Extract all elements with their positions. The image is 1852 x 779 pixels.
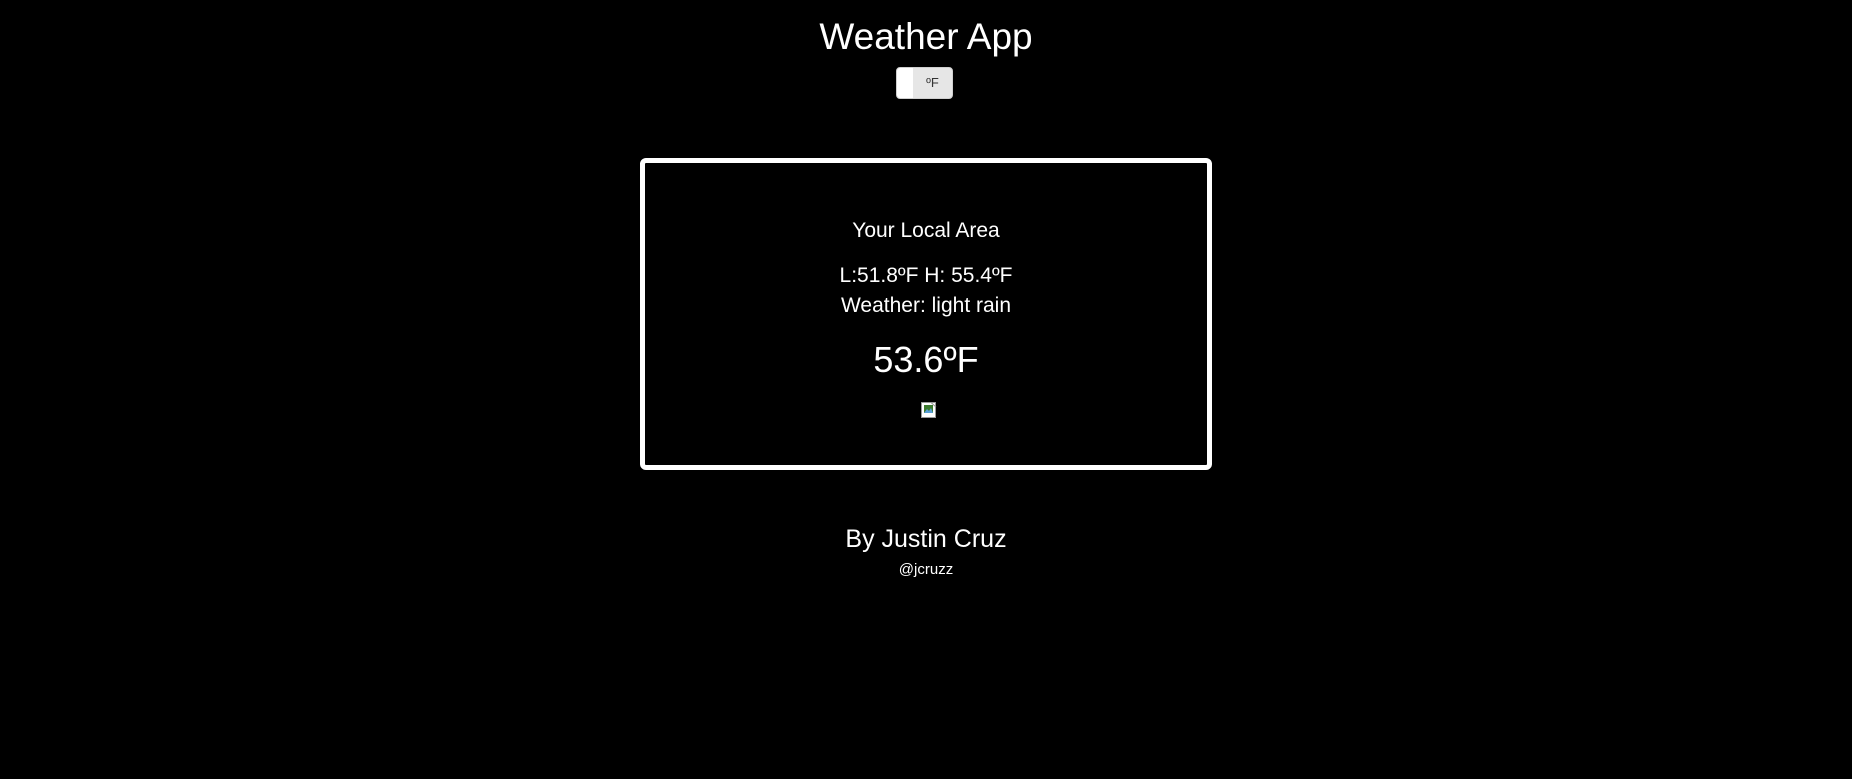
broken-image-icon xyxy=(921,402,937,418)
weather-condition: Weather: light rain xyxy=(840,294,1012,317)
temperature-range: L:51.8ºF H: 55.4ºF xyxy=(839,264,1013,287)
current-temperature: 53.6ºF xyxy=(873,339,979,380)
author-handle: @jcruzz xyxy=(898,561,954,578)
page: Weather App ºF Your Local Area L:51.8ºF … xyxy=(0,0,1852,779)
unit-label: ºF xyxy=(926,75,939,90)
app-title: Weather App xyxy=(819,16,1033,57)
toggle-knob[interactable] xyxy=(897,68,913,98)
location-label: Your Local Area xyxy=(852,219,1000,242)
author-credit: By Justin Cruz xyxy=(845,525,1007,553)
weather-card: Your Local Area L:51.8ºF H: 55.4ºF Weath… xyxy=(640,158,1212,470)
unit-toggle[interactable]: ºF xyxy=(896,67,953,99)
